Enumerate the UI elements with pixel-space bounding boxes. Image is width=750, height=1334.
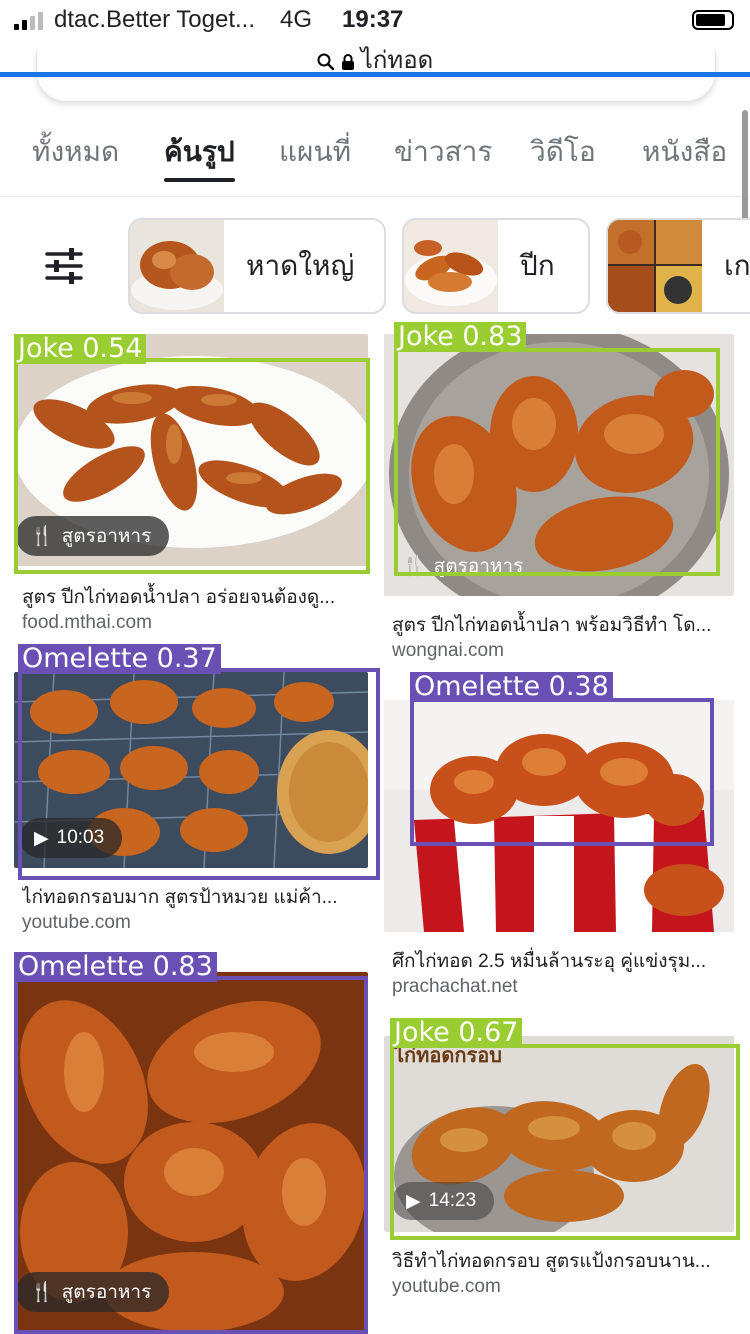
chip-label: ปีก [520,250,555,281]
detection-label: Omelette 0.38 [410,672,613,702]
result-source[interactable]: wongnai.com [392,640,504,662]
clock: 19:37 [342,6,404,33]
result-caption[interactable]: สูตร ปีกไก่ทอดน้ำปลา พร้อมวิธีทำ โด... [392,610,732,640]
tab-images[interactable]: ค้นรูป [164,130,235,182]
badge-label: สูตรอาหาร [433,556,524,577]
detection-label: Joke 0.54 [14,334,147,364]
chip-thumbnail [404,220,498,312]
tab-all[interactable]: ทั้งหมด [32,130,119,174]
play-icon: ▶ [34,827,49,849]
search-icon [317,53,334,71]
video-duration-badge: ▶ 10:03 [20,818,123,858]
carrier-name: dtac.Better Toget... [54,6,256,33]
page-load-progress [0,72,750,77]
tab-maps[interactable]: แผนที่ [279,130,351,174]
result-source[interactable]: food.mthai.com [22,612,152,634]
badge-label: สูตรอาหาร [61,526,152,547]
filter-settings-icon[interactable] [44,248,84,284]
video-duration-badge: ▶ 14:23 [392,1182,495,1220]
tab-books[interactable]: หนังสือ [642,130,727,174]
utensils-icon: 🍴 [402,556,426,577]
result-caption[interactable]: ไก่ทอดกรอบมาก สูตรป้าหมวย แม่ค้า... [22,882,362,912]
tabs-divider [0,196,750,197]
detection-label: Omelette 0.37 [18,644,221,674]
url-text: ไก่ทอด [360,47,434,74]
signal-strength-icon [14,12,43,30]
chip-more[interactable]: เก [606,218,750,314]
network-type: 4G [280,6,313,33]
result-source[interactable]: youtube.com [392,1276,501,1298]
badge-label: 14:23 [428,1190,477,1211]
result-source[interactable]: youtube.com [22,912,131,934]
detection-label: Joke 0.67 [390,1018,523,1048]
recipe-badge: 🍴 สูตรอาหาร [16,516,170,556]
result-source[interactable]: prachachat.net [392,976,518,998]
lock-icon [341,54,354,70]
result-caption[interactable]: วิธีทำไก่ทอดกรอบ สูตรแป้งกรอบนาน... [392,1246,732,1276]
chip-hatyai[interactable]: หาดใหญ่ [128,218,386,314]
tab-videos[interactable]: วิดีโอ [530,130,596,174]
utensils-icon: 🍴 [30,1282,54,1303]
recipe-badge: 🍴 สูตรอาหาร [388,546,541,586]
battery-icon [692,10,734,30]
result-caption[interactable]: ศึกไก่ทอด 2.5 หมื่นล้านระอุ คู่แข่งรุม..… [392,946,732,976]
chip-label: เก [724,250,750,281]
badge-label: สูตรอาหาร [61,1282,152,1303]
result-caption[interactable]: สูตร ปีกไก่ทอดน้ำปลา อร่อยจนต้องดู... [22,582,362,612]
recipe-badge: 🍴 สูตรอาหาร [16,1272,170,1312]
badge-label: 10:03 [56,827,105,848]
chip-label: หาดใหญ่ [246,250,355,281]
utensils-icon: 🍴 [30,526,54,547]
status-bar: dtac.Better Toget... 4G 19:37 [0,0,750,44]
result-image[interactable] [384,700,734,932]
tab-news[interactable]: ข่าวสาร [394,130,492,174]
url-bar[interactable]: ไก่ทอด [0,40,750,74]
detection-label: Joke 0.83 [394,322,527,352]
chip-thumbnail [608,220,702,312]
play-icon: ▶ [406,1190,421,1212]
detection-label: Omelette 0.83 [14,952,217,982]
search-tabs: ทั้งหมด ค้นรูป แผนที่ ข่าวสาร วิดีโอ หนั… [0,130,750,190]
chip-wing[interactable]: ปีก [402,218,590,314]
chip-thumbnail [130,220,224,312]
